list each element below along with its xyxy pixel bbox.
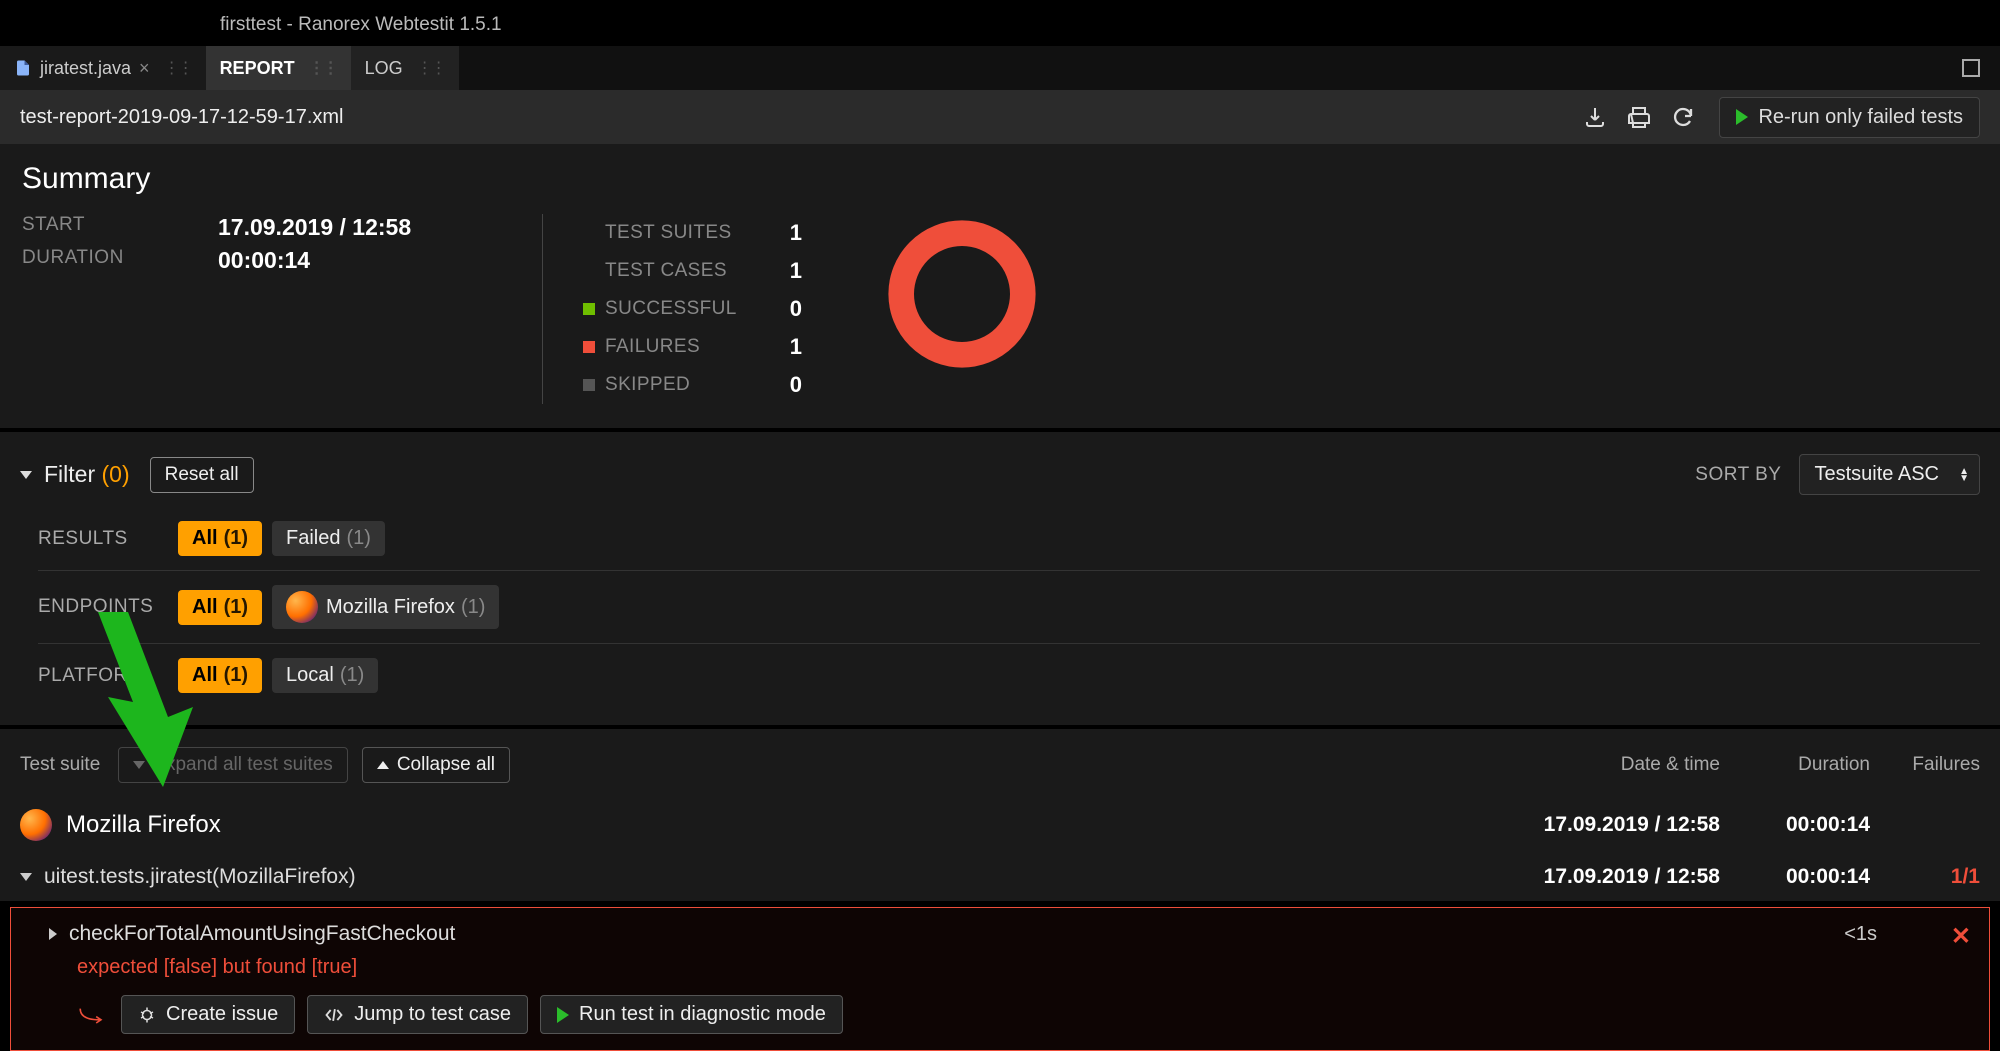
tab-report[interactable]: REPORT ⋮⋮ [206,46,351,90]
chip-endpoints-firefox[interactable]: Mozilla Firefox(1) [272,585,499,629]
test-suite-label: Test suite [20,754,100,776]
close-icon[interactable]: ✕ [1951,922,1971,951]
suite-row[interactable]: Mozilla Firefox 17.09.2019 / 12:58 00:00… [0,797,2000,853]
expand-all-button[interactable]: Expand all test suites [118,747,348,783]
window-title: firsttest - Ranorex Webtestit 1.5.1 [0,0,2000,46]
filter-count: (0) [102,461,130,487]
tabs-bar: jiratest.java × ⋮⋮ REPORT ⋮⋮ LOG ⋮⋮ [0,46,2000,90]
reset-all-button[interactable]: Reset all [150,457,254,493]
suite-name: Mozilla Firefox [66,811,221,839]
bug-icon [138,1006,156,1024]
stat-cases-value: 1 [776,258,802,284]
create-issue-button[interactable]: Create issue [121,995,295,1034]
stat-skip-value: 0 [776,372,802,398]
stat-fail-label: FAILURES [605,336,776,358]
suite-datetime: 17.09.2019 / 12:58 [1480,813,1720,837]
summary-heading: Summary [22,162,1978,196]
test-duration: 00:00:14 [1720,865,1870,889]
firefox-icon [286,591,318,623]
report-toolbar: test-report-2019-09-17-12-59-17.xml Re-r… [0,90,2000,144]
results-donut-chart [882,214,1042,374]
filter-bar: Filter (0) Reset all SORT BY Testsuite A… [0,432,2000,507]
play-icon [1736,109,1748,125]
filter-endpoints-label: ENDPOINTS [38,596,178,618]
tab-log[interactable]: LOG ⋮⋮ [351,46,459,90]
duration-value: 00:00:14 [218,247,310,274]
tab-report-label: REPORT [220,58,295,79]
refresh-icon[interactable] [1671,105,1695,129]
tab-file-label: jiratest.java [40,58,131,79]
test-datetime: 17.09.2019 / 12:58 [1480,865,1720,889]
report-filename: test-report-2019-09-17-12-59-17.xml [20,106,344,129]
case-duration: <1s [1844,923,1877,946]
stat-success-value: 0 [776,296,802,322]
stat-success-label: SUCCESSFUL [605,298,776,320]
sort-value: Testsuite ASC [1814,463,1939,485]
chip-platform-local[interactable]: Local(1) [272,658,378,693]
tab-file[interactable]: jiratest.java × ⋮⋮ [0,46,206,90]
col-datetime: Date & time [1480,754,1720,776]
chevron-up-icon [377,761,389,769]
drag-handle-icon[interactable]: ⋮⋮ [303,58,337,78]
filter-title: Filter [44,461,95,487]
dot-green-icon [583,303,595,315]
close-icon[interactable]: × [139,58,150,79]
chip-results-failed[interactable]: Failed(1) [272,521,385,556]
stat-cases-label: TEST CASES [605,260,776,282]
drag-handle-icon[interactable]: ⋮⋮ [411,58,445,78]
failure-detail: checkForTotalAmountUsingFastCheckout <1s… [10,907,1990,1051]
run-diagnostic-button[interactable]: Run test in diagnostic mode [540,995,843,1034]
chip-platform-all[interactable]: All(1) [178,658,262,693]
dot-red-icon [583,341,595,353]
rerun-label: Re-run only failed tests [1758,106,1963,129]
collapse-all-button[interactable]: Collapse all [362,747,510,783]
test-name: uitest.tests.jiratest(MozillaFirefox) [44,865,356,889]
start-value: 17.09.2019 / 12:58 [218,214,411,241]
stat-suites-value: 1 [776,220,802,246]
stat-fail-value: 1 [776,334,802,360]
duration-label: DURATION [22,247,218,274]
test-failures: 1/1 [1870,865,1980,889]
code-icon [324,1007,344,1023]
jump-to-test-button[interactable]: Jump to test case [307,995,528,1034]
filter-platform-label: PLATFORM [38,665,178,687]
firefox-icon [20,809,52,841]
stat-skip-label: SKIPPED [605,374,776,396]
dot-grey-icon [583,379,595,391]
test-row[interactable]: uitest.tests.jiratest(MozillaFirefox) 17… [0,853,2000,901]
file-icon [14,59,32,77]
suite-header: Test suite Expand all test suites Collap… [0,729,2000,797]
chevron-down-icon[interactable] [20,873,32,881]
case-name: checkForTotalAmountUsingFastCheckout [69,922,455,946]
filter-rows: RESULTS All(1) Failed(1) ENDPOINTS All(1… [0,507,2000,725]
chevron-right-icon[interactable] [49,928,57,940]
chip-results-all[interactable]: All(1) [178,521,262,556]
col-duration: Duration [1720,754,1870,776]
start-label: START [22,214,218,241]
failure-message: expected [false] but found [true] [77,956,1967,979]
filter-results-label: RESULTS [38,528,178,550]
maximize-icon[interactable] [1962,59,1980,77]
sort-arrows-icon: ▲▼ [1959,468,1969,482]
stat-suites-label: TEST SUITES [605,222,776,244]
sort-by-label: SORT BY [1695,464,1781,486]
play-icon [557,1007,569,1023]
download-icon[interactable] [1583,105,1607,129]
sort-select[interactable]: Testsuite ASC ▲▼ [1799,454,1980,495]
rerun-failed-button[interactable]: Re-run only failed tests [1719,97,1980,138]
col-failures: Failures [1870,754,1980,776]
tab-log-label: LOG [365,58,403,79]
chevron-down-icon[interactable] [20,471,32,479]
chevron-down-icon [133,761,145,769]
chip-endpoints-all[interactable]: All(1) [178,590,262,625]
print-icon[interactable] [1627,105,1651,129]
summary-panel: Summary START17.09.2019 / 12:58 DURATION… [0,144,2000,428]
suite-duration: 00:00:14 [1720,813,1870,837]
drag-handle-icon[interactable]: ⋮⋮ [158,58,192,78]
